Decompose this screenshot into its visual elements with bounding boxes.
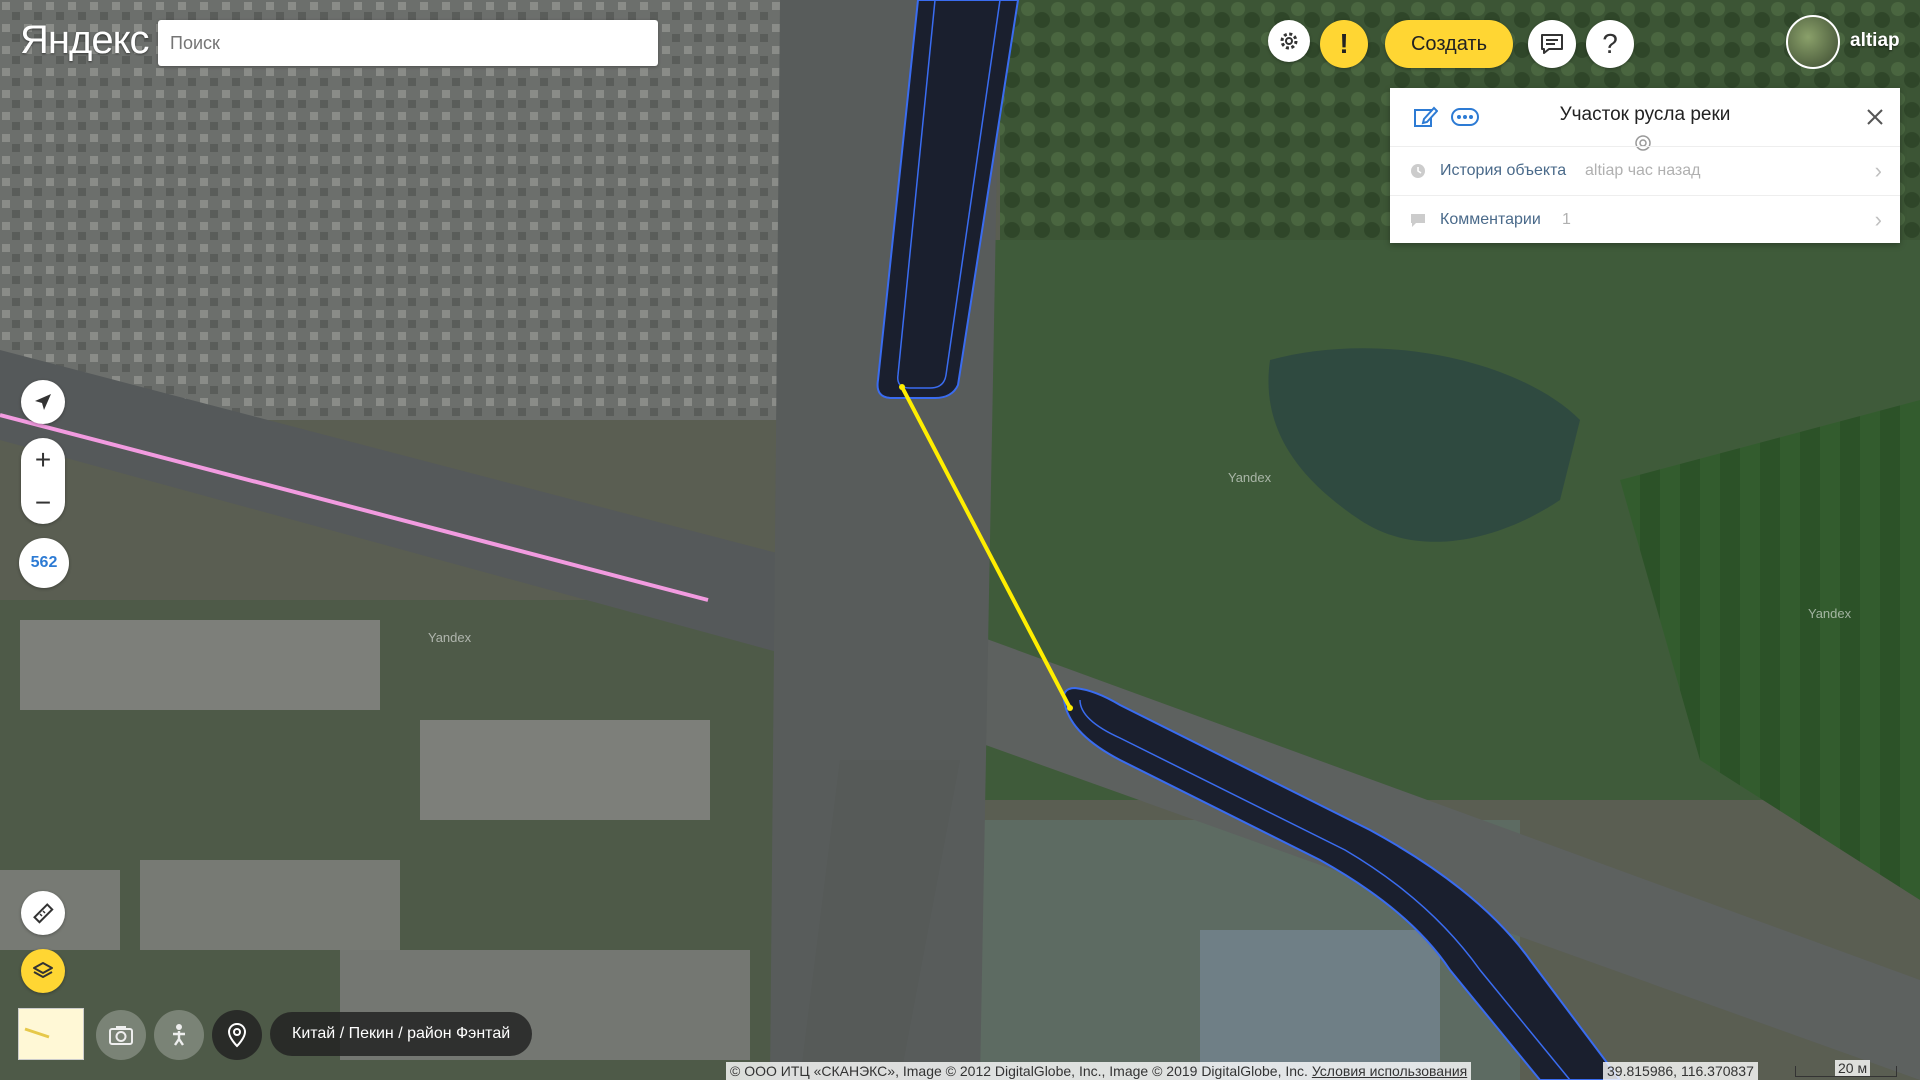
zoom-out-button[interactable]: −	[21, 481, 65, 524]
layers-button[interactable]	[21, 949, 65, 993]
exclamation-icon: !	[1339, 28, 1349, 59]
comments-label: Комментарии	[1440, 211, 1541, 228]
question-icon: ?	[1602, 28, 1618, 59]
building	[140, 860, 400, 950]
close-icon[interactable]	[1864, 106, 1886, 128]
history-label: История объекта	[1440, 162, 1567, 179]
water-area	[1200, 930, 1440, 1080]
ruler-button[interactable]	[21, 891, 65, 935]
location-breadcrumb[interactable]: Китай / Пекин / район Фэнтай	[270, 1012, 533, 1056]
navigation-arrow-icon	[35, 394, 51, 410]
chevron-right-icon: ›	[1874, 207, 1882, 232]
history-value: altiap час назад	[1585, 162, 1701, 179]
panel-title: Участок русла реки	[1559, 104, 1731, 125]
clock-icon	[1411, 164, 1425, 178]
zoom-in-button[interactable]: +	[21, 438, 65, 481]
settings-button[interactable]	[1268, 20, 1310, 62]
object-panel: Участок русла реки История объекта altia…	[1390, 88, 1900, 243]
pedestrian-icon	[173, 1024, 185, 1046]
avatar[interactable]	[1786, 15, 1840, 69]
comments-row[interactable]: Комментарии 1 ›	[1390, 195, 1900, 244]
attribution-text: © ООО ИТЦ «СКАНЭКС», Image © 2012 Digita…	[730, 1063, 1308, 1079]
create-button[interactable]: Создать	[1385, 20, 1513, 68]
camera-icon	[109, 1026, 133, 1045]
minimap[interactable]	[18, 1008, 84, 1060]
minimap-canvas	[24, 1027, 50, 1039]
segment-vertex[interactable]	[899, 384, 905, 390]
alerts-button[interactable]: !	[1320, 20, 1368, 68]
layers-icon	[33, 962, 53, 978]
building	[420, 720, 710, 820]
place-pin-button[interactable]	[212, 1010, 262, 1060]
map-pin-icon	[227, 1022, 247, 1048]
map-watermark: Yandex	[1808, 606, 1852, 621]
panorama-button[interactable]	[96, 1010, 146, 1060]
help-button[interactable]: ?	[1586, 20, 1634, 68]
zoom-control: + −	[21, 438, 65, 524]
messages-button[interactable]	[1528, 20, 1576, 68]
geolocate-button[interactable]	[21, 380, 65, 424]
map-watermark: Yandex	[1228, 470, 1272, 485]
terms-link[interactable]: Условия использования	[1312, 1063, 1467, 1079]
comment-icon	[1411, 214, 1425, 227]
zoom-level-badge[interactable]: 562	[19, 538, 69, 588]
username[interactable]: altiap	[1850, 30, 1900, 52]
history-row[interactable]: История объекта altiap час назад ›	[1390, 146, 1900, 195]
yandex-logo[interactable]: Яндекс	[20, 18, 150, 63]
gear-icon	[1280, 32, 1298, 50]
building	[20, 620, 380, 710]
chevron-right-icon: ›	[1874, 158, 1882, 183]
map-attribution: © ООО ИТЦ «СКАНЭКС», Image © 2012 Digita…	[726, 1062, 1472, 1080]
comments-count: 1	[1562, 211, 1571, 228]
street-view-button[interactable]	[154, 1010, 204, 1060]
cursor-coordinates: 39.815986, 116.370837	[1603, 1062, 1758, 1080]
map-watermark: Yandex	[428, 630, 472, 645]
ruler-icon	[33, 903, 54, 924]
scale-label: 20 м	[1835, 1060, 1871, 1076]
chat-icon	[1541, 34, 1563, 54]
panel-header: Участок русла реки	[1390, 88, 1900, 151]
segment-vertex[interactable]	[1067, 705, 1073, 711]
search-input[interactable]	[158, 20, 658, 66]
